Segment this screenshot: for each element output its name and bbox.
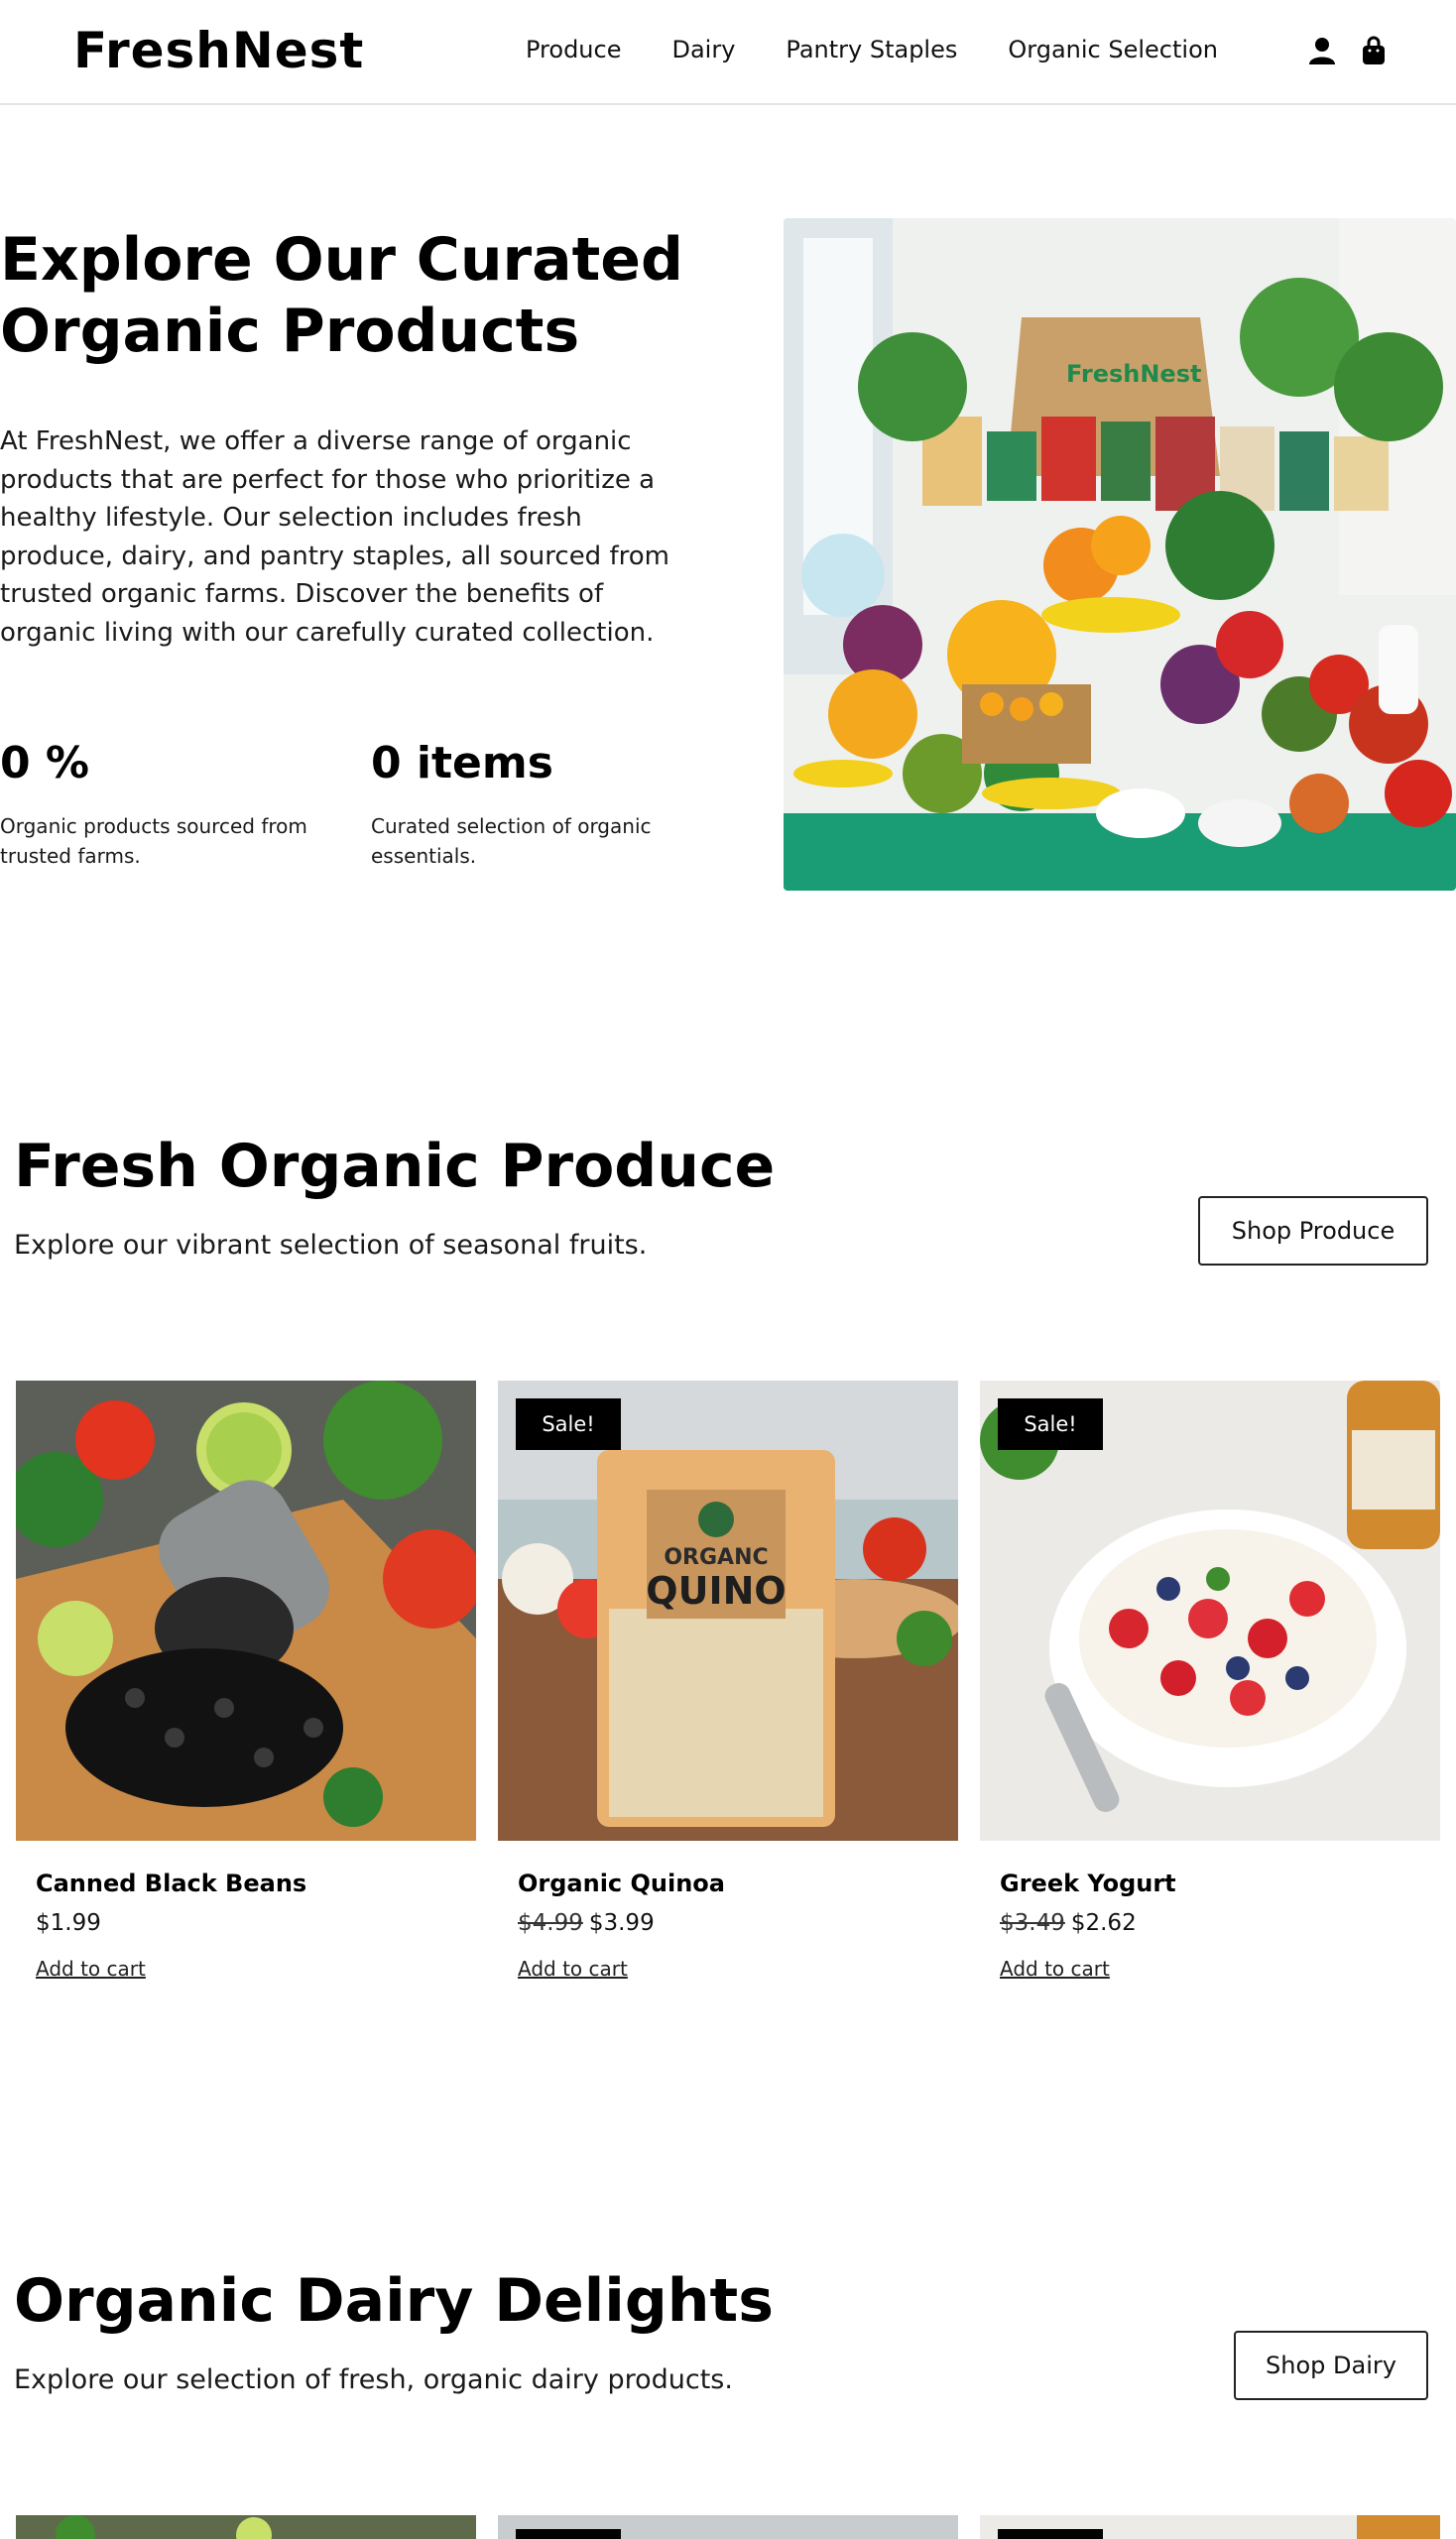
product-name[interactable]: Greek Yogurt xyxy=(1000,1869,1440,1898)
nav-organic-selection[interactable]: Organic Selection xyxy=(1008,36,1218,63)
hero-image-brand: FreshNest xyxy=(1066,360,1201,388)
sale-badge: Sale! xyxy=(516,1398,621,1450)
shopping-bag-icon[interactable] xyxy=(1359,36,1389,65)
site-logo[interactable]: FreshNest xyxy=(73,22,364,79)
product-price-current: $3.99 xyxy=(588,1910,655,1936)
nav-produce[interactable]: Produce xyxy=(526,36,621,63)
product-price: $3.49 $2.62 xyxy=(1000,1908,1440,1938)
product-price-current: $2.62 xyxy=(1070,1910,1137,1936)
product-card-peek[interactable] xyxy=(498,2515,958,2539)
produce-section-title: Fresh Organic Produce xyxy=(14,1132,776,1201)
product-card-peek[interactable] xyxy=(980,2515,1440,2539)
stat-label: Curated selection of organic essentials. xyxy=(371,814,652,868)
product-card-peek[interactable] xyxy=(16,2515,476,2539)
product-image[interactable]: Sale! xyxy=(980,1381,1440,1841)
quinoa-package-text-2: QUINO xyxy=(646,1569,786,1613)
quinoa-package-text-1: ORGANC xyxy=(664,1545,768,1570)
produce-section-subtitle: Explore our vibrant selection of seasona… xyxy=(14,1230,648,1261)
product-image[interactable] xyxy=(16,1381,476,1841)
product-name[interactable]: Organic Quinoa xyxy=(518,1869,958,1898)
hero-grocery-image: FreshNest xyxy=(784,218,1456,891)
user-icon[interactable] xyxy=(1307,36,1337,65)
hero-description: At FreshNest, we offer a diverse range o… xyxy=(0,426,669,648)
stat-value: 0 items xyxy=(371,738,553,788)
product-price: $4.99 $3.99 xyxy=(518,1908,958,1938)
product-image[interactable]: ORGANC QUINO Sale! xyxy=(498,1381,958,1841)
shop-dairy-button[interactable]: Shop Dairy xyxy=(1234,2331,1428,2400)
stat-label: Organic products sourced from trusted fa… xyxy=(0,814,307,868)
stat-value: 0 % xyxy=(0,738,90,788)
nav-pantry-staples[interactable]: Pantry Staples xyxy=(786,36,957,63)
product-price-current: $1.99 xyxy=(36,1910,101,1936)
add-to-cart-link[interactable]: Add to cart xyxy=(36,1956,146,1982)
hero-title-line-1: Explore Our Curated xyxy=(0,225,683,295)
add-to-cart-link[interactable]: Add to cart xyxy=(1000,1956,1110,1982)
main-nav: Produce Dairy Pantry Staples Organic Sel… xyxy=(526,36,1269,63)
sale-badge: Sale! xyxy=(998,1398,1103,1450)
product-price-original: $3.49 xyxy=(1000,1910,1065,1936)
product-price-original: $4.99 xyxy=(518,1910,583,1936)
product-card-quinoa[interactable]: ORGANC QUINO Sale! Organic Quinoa $4.99 $… xyxy=(498,1381,958,1982)
hero-title: Explore Our Curated Organic Products xyxy=(0,224,694,367)
product-card-greek-yogurt[interactable]: Sale! Greek Yogurt $3.49 $2.62 Add to car… xyxy=(980,1381,1440,1982)
site-header: FreshNest Produce Dairy Pantry Staples O… xyxy=(0,0,1456,105)
stat-organic-percent: 0 % Organic products sourced from truste… xyxy=(0,736,337,871)
add-to-cart-link[interactable]: Add to cart xyxy=(518,1956,628,1982)
shop-produce-button[interactable]: Shop Produce xyxy=(1198,1196,1428,1266)
stat-items: 0 items Curated selection of organic ess… xyxy=(371,736,708,871)
dairy-section-subtitle: Explore our selection of fresh, organic … xyxy=(14,2364,733,2395)
nav-dairy[interactable]: Dairy xyxy=(671,36,735,63)
product-name[interactable]: Canned Black Beans xyxy=(36,1869,476,1898)
dairy-section-title: Organic Dairy Delights xyxy=(14,2266,774,2336)
hero-title-line-2: Organic Products xyxy=(0,297,580,366)
product-price: $1.99 xyxy=(36,1908,476,1938)
product-card-black-beans[interactable]: Canned Black Beans $1.99 Add to cart xyxy=(16,1381,476,1982)
